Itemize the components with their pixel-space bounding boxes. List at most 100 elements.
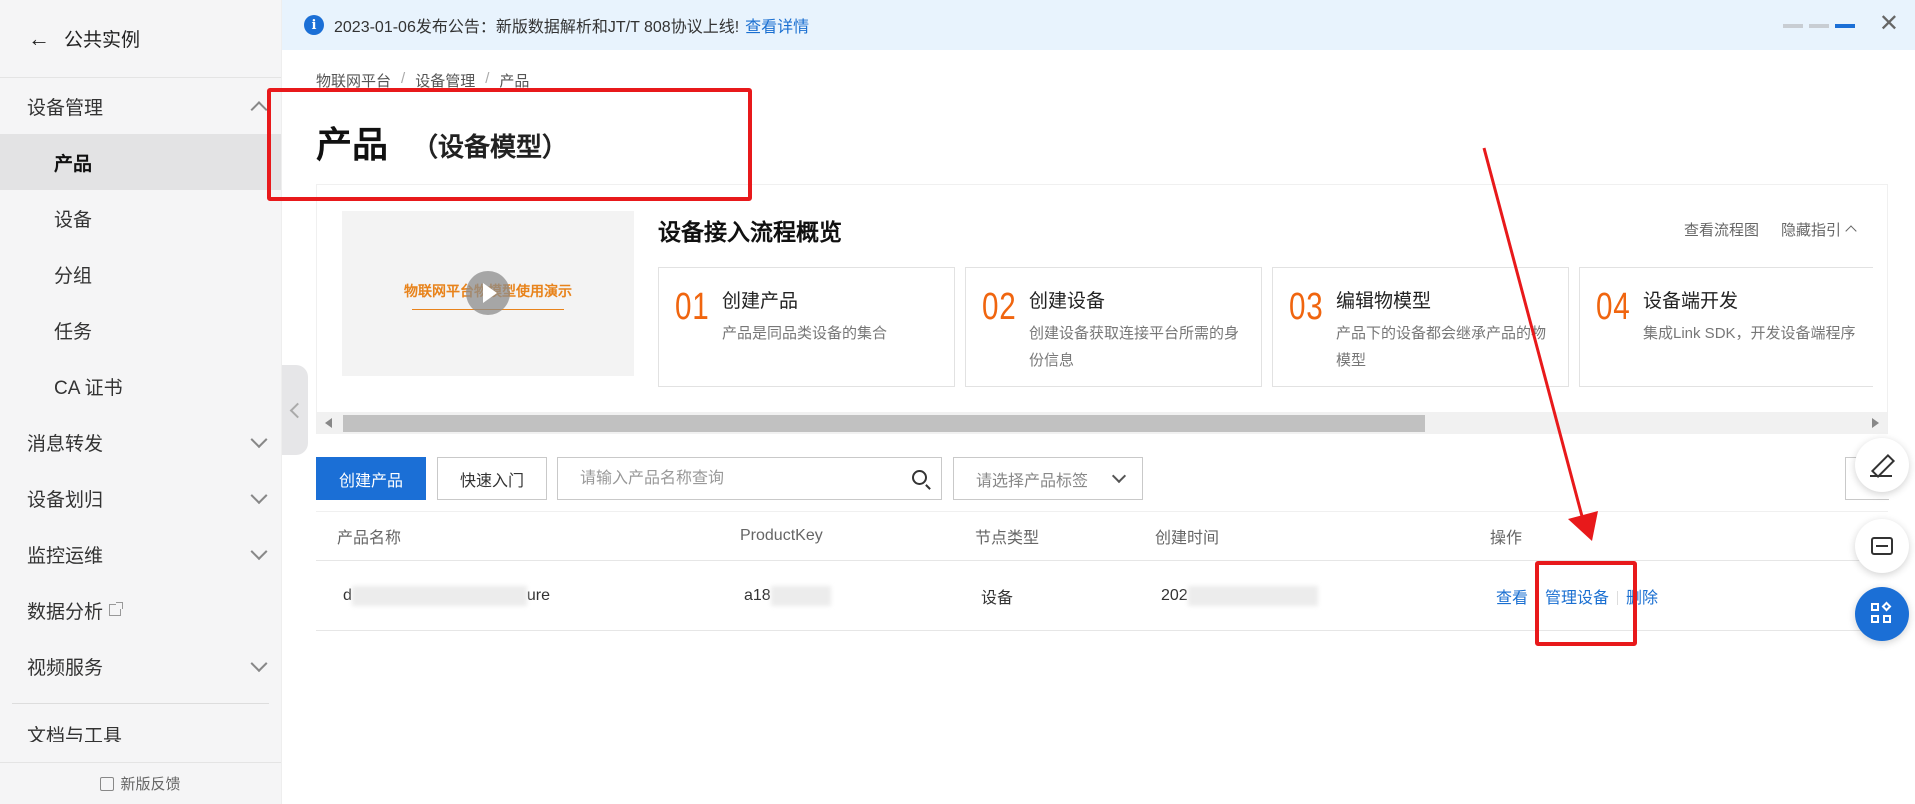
sidebar-item-docs-tools[interactable]: 文档与工具	[27, 722, 122, 742]
step-description: 产品下的设备都会继承产品的物模型	[1336, 325, 1547, 369]
announcement-pager[interactable]	[1783, 24, 1855, 28]
product-name: d ure	[343, 585, 551, 606]
product-name-end: ure	[526, 586, 551, 604]
step-card-create-device[interactable]: 02 创建设备 创建设备获取连接平台所需的身份信息	[965, 267, 1262, 387]
view-flowchart-link[interactable]: 查看流程图	[1684, 219, 1759, 240]
product-tag-select[interactable]: 请选择产品标签	[953, 457, 1143, 500]
sidebar-item-label: CA 证书	[54, 377, 123, 399]
step-number: 01	[675, 286, 710, 328]
step-card-device-dev[interactable]: 04 设备端开发 集成Link SDK，开发设备端程序	[1579, 267, 1873, 387]
hide-guide-label: 隐藏指引	[1780, 222, 1841, 239]
sidebar-item-data-analysis[interactable]: 数据分析	[0, 582, 281, 638]
back-to-instances[interactable]: ← 公共实例	[0, 0, 281, 78]
product-table: 产品名称 ProductKey 节点类型 创建时间 操作 d ure a18 设备…	[316, 511, 1888, 631]
step-title: 创建产品	[722, 291, 799, 312]
guide-steps: 01 创建产品 产品是同品类设备的集合 02 创建设备 创建设备获取连接平台所需…	[658, 267, 1873, 387]
step-card-edit-model[interactable]: 03 编辑物模型 产品下的设备都会继承产品的物模型	[1272, 267, 1569, 387]
create-product-button[interactable]: 创建产品	[316, 457, 426, 500]
sidebar-item-task[interactable]: 任务	[0, 302, 281, 358]
sidebar-item-label: 监控运维	[27, 545, 104, 567]
sidebar-item-label: 分组	[54, 265, 93, 287]
hide-guide-link[interactable]: 隐藏指引	[1780, 219, 1857, 240]
external-link-icon	[109, 602, 124, 616]
column-header: 产品名称	[337, 530, 402, 547]
scroll-left-icon[interactable]	[325, 418, 332, 428]
step-card-create-product[interactable]: 01 创建产品 产品是同品类设备的集合	[658, 267, 955, 387]
column-header: 节点类型	[975, 530, 1040, 547]
sidebar-item-device-management[interactable]: 设备管理	[0, 78, 281, 134]
view-link[interactable]: 查看	[1496, 590, 1528, 607]
back-arrow-icon: ←	[28, 25, 50, 51]
close-icon[interactable]: ✕	[1879, 12, 1899, 36]
quick-start-button[interactable]: 快速入门	[437, 457, 547, 500]
step-title: 设备端开发	[1643, 291, 1739, 312]
sidebar-collapse-handle[interactable]	[282, 365, 308, 455]
sidebar-item-label: 产品	[54, 153, 93, 175]
sidebar-item-device[interactable]: 设备	[0, 190, 281, 246]
search-input[interactable]	[558, 458, 898, 499]
step-description: 集成Link SDK，开发设备端程序	[1643, 325, 1856, 342]
pager-dot-active[interactable]	[1835, 24, 1855, 28]
sidebar-item-video-service[interactable]: 视频服务	[0, 638, 281, 694]
scroll-right-icon[interactable]	[1872, 418, 1879, 428]
step-description: 创建设备获取连接平台所需的身份信息	[1029, 325, 1240, 369]
guide-actions: 查看流程图 隐藏指引	[1684, 219, 1857, 240]
sidebar-item-group[interactable]: 分组	[0, 246, 281, 302]
feedback-button[interactable]: 新版反馈	[0, 762, 281, 804]
sidebar-item-device-assign[interactable]: 设备划归	[0, 470, 281, 526]
chat-icon	[1871, 537, 1893, 555]
feedback-icon	[100, 776, 115, 791]
chevron-down-icon	[1111, 468, 1127, 484]
step-title: 创建设备	[1029, 291, 1106, 312]
horizontal-scrollbar[interactable]	[317, 412, 1887, 434]
sidebar-divider	[12, 703, 269, 704]
product-search	[557, 457, 942, 500]
announcement-details-link[interactable]: 查看详情	[745, 13, 809, 37]
sidebar-item-label: 任务	[54, 321, 93, 343]
table-header: 产品名称 ProductKey 节点类型 创建时间 操作	[316, 511, 1888, 561]
annotation-highlight-manage	[1535, 561, 1637, 646]
sidebar-item-ca-cert[interactable]: CA 证书	[0, 358, 281, 414]
sidebar-item-product[interactable]: 产品	[0, 134, 281, 190]
announcement-bar: i 2023-01-06发布公告：新版数据解析和JT/T 808协议上线! 查看…	[282, 0, 1915, 50]
product-key-start: a18	[744, 586, 771, 604]
guide-title: 设备接入流程概览	[658, 219, 842, 245]
sidebar-item-label: 视频服务	[27, 657, 104, 679]
step-title: 编辑物模型	[1336, 291, 1432, 312]
play-icon[interactable]	[466, 271, 510, 315]
chevron-down-icon	[250, 431, 268, 449]
scrollbar-thumb[interactable]	[343, 415, 1425, 432]
sidebar-item-label: 设备	[54, 209, 93, 231]
announcement-text: 2023-01-06发布公告：新版数据解析和JT/T 808协议上线!	[334, 19, 740, 36]
sidebar-item-label: 消息转发	[27, 433, 104, 455]
sidebar-item-message-forward[interactable]: 消息转发	[0, 414, 281, 470]
sidebar-item-label: 设备管理	[27, 97, 104, 119]
chat-fab[interactable]	[1855, 519, 1909, 573]
annotation-highlight-title	[267, 88, 752, 201]
redacted-region	[1187, 585, 1318, 606]
demo-video[interactable]: 物联网平台物模型使用演示	[342, 211, 634, 376]
sidebar-item-label: 数据分析	[27, 601, 104, 623]
step-number: 04	[1596, 286, 1631, 328]
chevron-down-icon	[250, 543, 268, 561]
chevron-up-icon	[250, 101, 268, 119]
column-header: ProductKey	[740, 527, 823, 544]
step-number: 02	[982, 286, 1017, 328]
chevron-up-icon	[1845, 225, 1857, 237]
search-icon[interactable]	[912, 470, 927, 485]
pager-dot[interactable]	[1809, 24, 1829, 28]
sidebar: ← 公共实例 设备管理 产品 设备 分组 任务 CA 证书 消息转发 设备划归 …	[0, 0, 282, 804]
redacted-region	[770, 585, 831, 606]
pager-dot[interactable]	[1783, 24, 1803, 28]
redacted-region	[351, 585, 527, 606]
apps-fab[interactable]	[1855, 587, 1909, 641]
feedback-label: 新版反馈	[120, 776, 181, 793]
edit-fab[interactable]	[1855, 438, 1909, 492]
apps-icon	[1871, 601, 1893, 625]
sidebar-item-monitoring[interactable]: 监控运维	[0, 526, 281, 582]
created-time: 202	[1161, 585, 1318, 606]
created-time-start: 202	[1161, 586, 1188, 604]
tag-select-placeholder: 请选择产品标签	[976, 472, 1089, 490]
back-label: 公共实例	[64, 30, 141, 51]
edit-icon	[1870, 455, 1892, 477]
